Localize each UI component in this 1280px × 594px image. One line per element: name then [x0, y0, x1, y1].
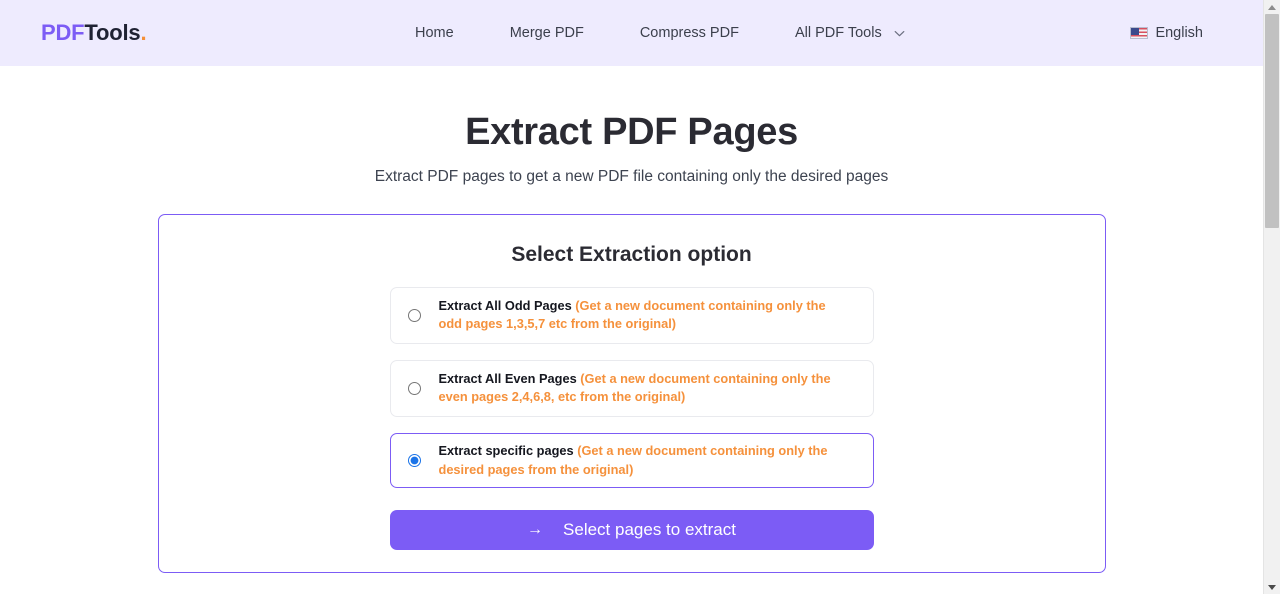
radio-cell-odd: [391, 308, 439, 322]
select-pages-to-extract-label: Select pages to extract: [563, 520, 736, 540]
extraction-panel: Select Extraction option Extract All Odd…: [157, 213, 1106, 574]
arrow-right-icon: →: [527, 521, 544, 539]
option-extract-specific-pages[interactable]: Extract specific pages (Get a new docume…: [389, 432, 874, 489]
site-logo[interactable]: PDFTools.: [41, 20, 147, 45]
cta-container: → Select pages to extract: [389, 504, 874, 551]
page-subtitle: Extract PDF pages to get a new PDF file …: [374, 167, 889, 185]
nav-item-merge-pdf[interactable]: Merge PDF: [510, 19, 584, 47]
us-flag-icon: [1130, 27, 1149, 39]
scrollbar-up-button[interactable]: [1264, 0, 1280, 14]
panel-title: Select Extraction option: [511, 242, 752, 266]
option-label-specific: Extract specific pages: [438, 443, 574, 459]
scrollbar-thumb[interactable]: [1265, 14, 1279, 228]
hero-section: Extract PDF Pages Extract PDF pages to g…: [0, 66, 1263, 186]
option-extract-even-pages[interactable]: Extract All Even Pages (Get a new docume…: [389, 359, 874, 417]
language-label: English: [1155, 25, 1203, 41]
page-title: Extract PDF Pages: [465, 111, 798, 153]
logo-dot: .: [140, 20, 147, 45]
nav-item-all-pdf-tools[interactable]: All PDF Tools: [795, 19, 906, 47]
option-label-even: Extract All Even Pages: [438, 370, 577, 386]
language-selector[interactable]: English: [1130, 25, 1203, 41]
vertical-scrollbar[interactable]: [1263, 0, 1280, 594]
site-header: PDFTools. Home Merge PDF Compress PDF Al…: [0, 0, 1263, 66]
radio-cell-even: [391, 381, 439, 395]
radio-extract-odd-pages[interactable]: [408, 308, 421, 322]
logo-text-pdf: PDF: [41, 20, 85, 45]
option-label-odd: Extract All Odd Pages: [438, 297, 572, 313]
chevron-down-icon: [893, 27, 906, 40]
option-text-even: Extract All Even Pages (Get a new docume…: [439, 370, 859, 407]
option-text-odd: Extract All Odd Pages (Get a new documen…: [439, 297, 859, 334]
logo-text-tools: Tools: [84, 20, 141, 45]
triangle-down-icon: [1268, 584, 1276, 590]
radio-extract-even-pages[interactable]: [408, 381, 421, 395]
main-navigation: Home Merge PDF Compress PDF All PDF Tool…: [415, 19, 906, 47]
select-pages-to-extract-button[interactable]: → Select pages to extract: [389, 510, 874, 551]
triangle-up-icon: [1268, 4, 1276, 10]
page-viewport: PDFTools. Home Merge PDF Compress PDF Al…: [0, 0, 1263, 594]
extraction-options-list: Extract All Odd Pages (Get a new documen…: [389, 275, 874, 489]
nav-item-home[interactable]: Home: [415, 19, 454, 47]
nav-item-compress-pdf[interactable]: Compress PDF: [640, 19, 739, 47]
option-extract-odd-pages[interactable]: Extract All Odd Pages (Get a new documen…: [389, 286, 874, 344]
scrollbar-down-button[interactable]: [1264, 580, 1280, 594]
nav-item-all-pdf-tools-label: All PDF Tools: [794, 25, 882, 41]
option-text-specific: Extract specific pages (Get a new docume…: [439, 442, 859, 479]
radio-extract-specific-pages[interactable]: [408, 454, 421, 468]
radio-cell-specific: [391, 454, 439, 468]
